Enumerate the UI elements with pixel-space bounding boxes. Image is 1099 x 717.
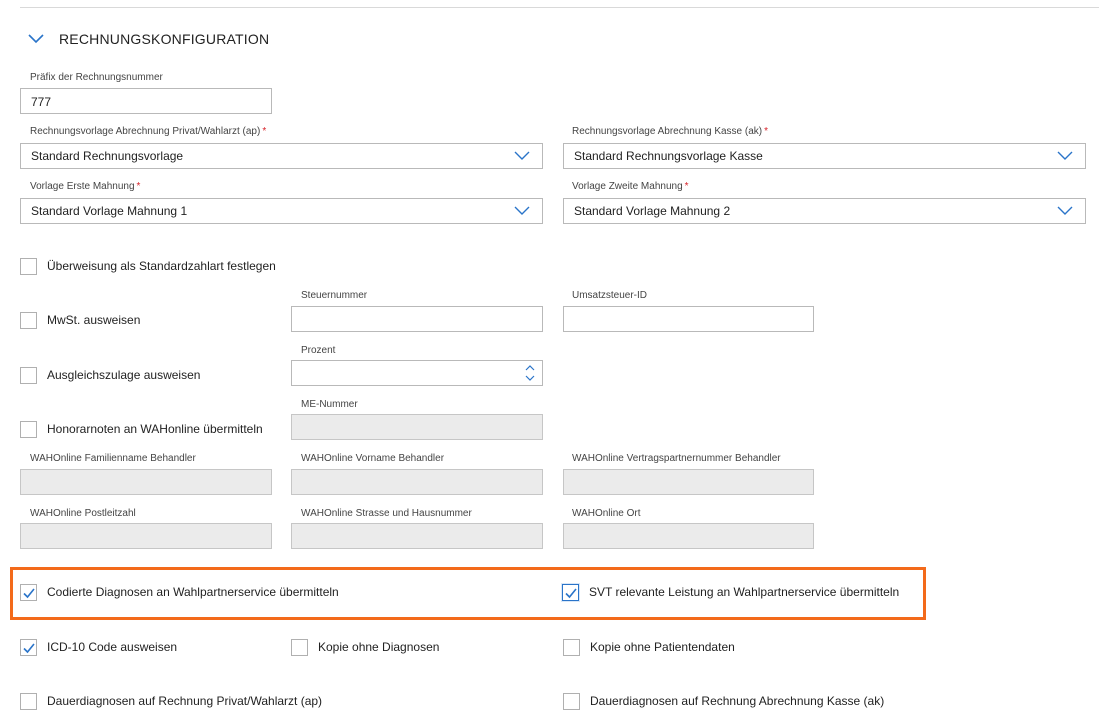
prefix-label: Präfix der Rechnungsnummer [30,72,163,83]
template-kasse-select[interactable]: Standard Rechnungsvorlage Kasse [563,143,1086,169]
wah-street-label: WAHOnline Strasse und Hausnummer [301,508,472,519]
wah-zip-input [20,523,272,549]
required-mark: * [684,181,689,192]
checkmark-icon [23,588,35,599]
section-divider [20,7,1099,8]
tax-number-label: Steuernummer [301,290,368,301]
dunning1-value: Standard Vorlage Mahnung 1 [31,204,188,218]
wah-city-label: WAHOnline Ort [572,508,641,519]
perm-diag-ap-label[interactable]: Dauerdiagnosen auf Rechnung Privat/Wahla… [47,694,322,708]
coded-diagnoses-checkbox[interactable] [20,584,37,601]
me-number-input [291,414,543,440]
wah-submit-checkbox[interactable] [20,421,37,438]
spinner-arrows-icon[interactable] [525,364,535,382]
checkmark-icon [565,588,577,599]
required-mark: * [136,181,141,192]
template-private-value: Standard Rechnungsvorlage [31,149,184,163]
section-title: RECHNUNGSKONFIGURATION [59,31,270,47]
dunning1-label: Vorlage Erste Mahnung * [30,181,141,192]
chevron-down-icon [1057,206,1073,215]
wah-zip-label: WAHOnline Postleitzahl [30,508,136,519]
template-private-label: Rechnungsvorlage Abrechnung Privat/Wahla… [30,126,267,137]
perm-diag-ap-checkbox[interactable] [20,693,37,710]
transfer-label[interactable]: Überweisung als Standardzahlart festlege… [47,259,276,273]
tax-number-input[interactable] [291,306,543,332]
copy-no-patient-label[interactable]: Kopie ohne Patientendaten [590,640,735,654]
prefix-input[interactable]: 777 [20,88,272,114]
dunning2-select[interactable]: Standard Vorlage Mahnung 2 [563,198,1086,224]
wah-lastname-label: WAHOnline Familienname Behandler [30,453,196,464]
wah-partner-label: WAHOnline Vertragspartnernummer Behandle… [572,453,781,464]
copy-no-diagnoses-label[interactable]: Kopie ohne Diagnosen [318,640,439,654]
vat-label[interactable]: MwSt. ausweisen [47,313,140,327]
wah-lastname-input [20,469,272,495]
vat-checkbox[interactable] [20,312,37,329]
checkmark-icon [23,643,35,654]
dunning2-value: Standard Vorlage Mahnung 2 [574,204,731,218]
chevron-down-icon [514,206,530,215]
compensation-label[interactable]: Ausgleichszulage ausweisen [47,368,200,382]
dunning2-label: Vorlage Zweite Mahnung * [572,181,689,192]
template-kasse-value: Standard Rechnungsvorlage Kasse [574,149,763,163]
chevron-down-icon [28,34,44,44]
me-number-label: ME-Nummer [301,399,358,410]
wah-street-input [291,523,543,549]
copy-no-patient-checkbox[interactable] [563,639,580,656]
chevron-down-icon [514,151,530,160]
percent-input[interactable] [291,360,543,386]
compensation-checkbox[interactable] [20,367,37,384]
wah-submit-label[interactable]: Honorarnoten an WAHonline übermitteln [47,422,263,436]
template-kasse-label: Rechnungsvorlage Abrechnung Kasse (ak) * [572,126,769,137]
section-header[interactable]: RECHNUNGSKONFIGURATION [28,28,269,50]
wah-firstname-label: WAHOnline Vorname Behandler [301,453,445,464]
percent-label: Prozent [301,345,336,356]
transfer-checkbox[interactable] [20,258,37,275]
dunning1-select[interactable]: Standard Vorlage Mahnung 1 [20,198,543,224]
vat-id-input[interactable] [563,306,814,332]
wah-city-input [563,523,814,549]
wah-partner-input [563,469,814,495]
chevron-down-icon [1057,151,1073,160]
svt-label[interactable]: SVT relevante Leistung an Wahlpartnerser… [589,585,899,599]
icd10-label[interactable]: ICD-10 Code ausweisen [47,640,177,654]
required-mark: * [764,126,769,137]
perm-diag-ak-checkbox[interactable] [563,693,580,710]
required-mark: * [262,126,267,137]
icd10-checkbox[interactable] [20,639,37,656]
perm-diag-ak-label[interactable]: Dauerdiagnosen auf Rechnung Abrechnung K… [590,694,884,708]
vat-id-label: Umsatzsteuer-ID [572,290,648,301]
svt-checkbox[interactable] [562,584,579,601]
wah-firstname-input [291,469,543,495]
template-private-select[interactable]: Standard Rechnungsvorlage [20,143,543,169]
copy-no-diagnoses-checkbox[interactable] [291,639,308,656]
coded-diagnoses-label[interactable]: Codierte Diagnosen an Wahlpartnerservice… [47,585,339,599]
